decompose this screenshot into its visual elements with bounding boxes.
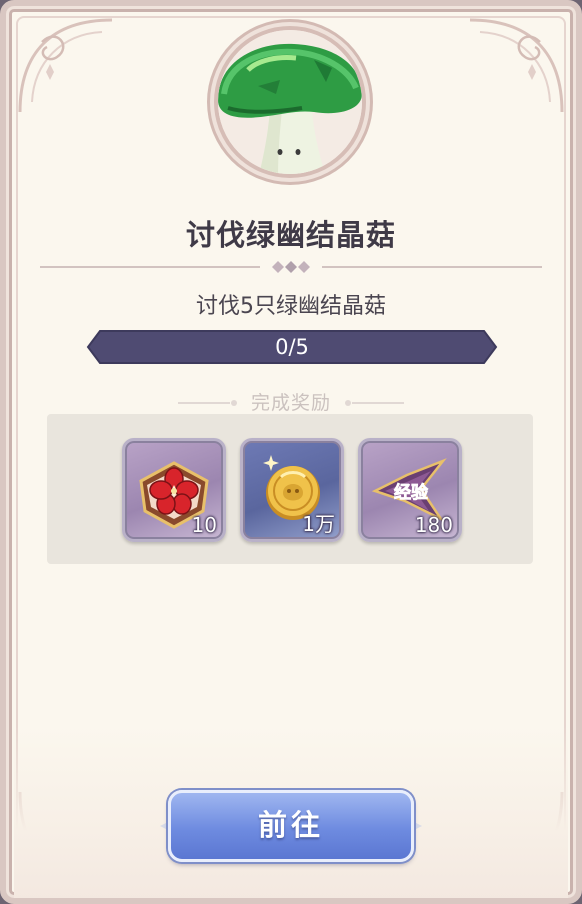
quest-objective: 讨伐5只绿幽结晶菇: [196, 294, 386, 319]
reward-quantity: 10: [191, 513, 217, 537]
progress-text: 0/5: [275, 335, 309, 359]
quest-title: 讨伐绿幽结晶菇: [185, 218, 396, 252]
corner-ornament: [469, 18, 564, 113]
title-divider: [40, 261, 542, 273]
go-button[interactable]: 前往: [168, 790, 414, 862]
experience-badge: 经验: [394, 482, 429, 503]
reward-item-emblem[interactable]: 10: [122, 438, 226, 542]
progress-bar: 0/5: [86, 329, 498, 365]
corner-ornament: [18, 18, 113, 113]
monster-portrait: [214, 26, 366, 178]
reward-quantity: 180: [414, 513, 453, 537]
mushroom-monster-icon: [218, 30, 362, 174]
rewards-label: 完成奖励: [250, 392, 331, 414]
reward-quantity: 1万: [302, 512, 335, 536]
reward-item-coin[interactable]: 1万: [240, 438, 344, 542]
reward-item-experience[interactable]: 经验 180: [358, 438, 462, 542]
